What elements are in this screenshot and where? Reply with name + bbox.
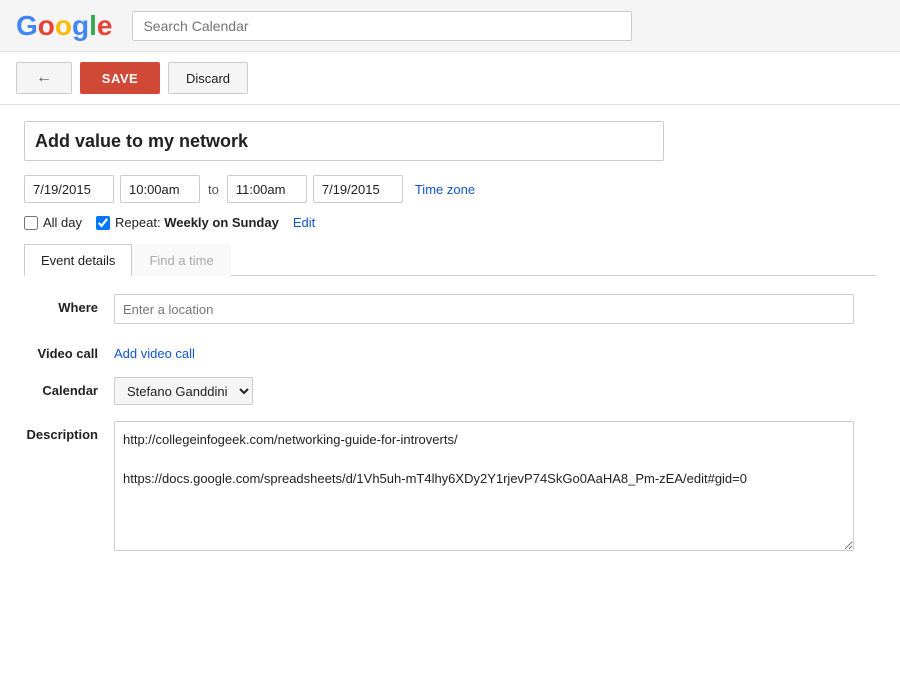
allday-checkbox[interactable]: [24, 216, 38, 230]
end-date-input[interactable]: [313, 175, 403, 203]
save-label: SAVE: [102, 71, 138, 86]
save-button[interactable]: SAVE: [80, 62, 160, 94]
allday-checkbox-label[interactable]: All day: [24, 215, 82, 230]
discard-button[interactable]: Discard: [168, 62, 248, 94]
calendar-label: Calendar: [24, 377, 114, 398]
logo-l: l: [89, 12, 97, 40]
logo-o1: o: [38, 12, 55, 40]
repeat-checkbox[interactable]: [96, 216, 110, 230]
tab-find-a-time-label: Find a time: [149, 253, 213, 268]
form-section: Where Video call Add video call Calendar…: [24, 294, 876, 554]
back-button[interactable]: ←: [16, 62, 72, 94]
timezone-link[interactable]: Time zone: [415, 182, 475, 197]
repeat-edit-link[interactable]: Edit: [293, 215, 315, 230]
calendar-select[interactable]: Stefano Ganddini: [114, 377, 253, 405]
tab-find-a-time[interactable]: Find a time: [132, 244, 230, 276]
header: G o o g l e: [0, 0, 900, 52]
location-input[interactable]: [114, 294, 854, 324]
description-field: [114, 421, 876, 554]
where-row: Where: [24, 294, 876, 324]
back-icon: ←: [36, 69, 52, 87]
start-time-input[interactable]: [120, 175, 200, 203]
videocall-row: Video call Add video call: [24, 340, 876, 361]
logo-o2: o: [55, 12, 72, 40]
repeat-value: Weekly on Sunday: [164, 215, 279, 230]
where-label: Where: [24, 294, 114, 315]
videocall-label: Video call: [24, 340, 114, 361]
description-row: Description: [24, 421, 876, 554]
allday-label: All day: [43, 215, 82, 230]
logo-e: e: [97, 12, 113, 40]
google-logo: G o o g l e: [16, 12, 112, 40]
description-textarea[interactable]: [114, 421, 854, 551]
event-title-input[interactable]: [24, 121, 664, 161]
repeat-prefix: Repeat:: [115, 215, 161, 230]
start-date-input[interactable]: [24, 175, 114, 203]
where-field: [114, 294, 876, 324]
videocall-field: Add video call: [114, 340, 876, 361]
logo-g2: g: [72, 12, 89, 40]
tab-event-details-label: Event details: [41, 253, 115, 268]
repeat-checkbox-label[interactable]: Repeat: Weekly on Sunday: [96, 215, 279, 230]
description-label: Description: [24, 421, 114, 442]
repeat-label: Repeat: Weekly on Sunday: [115, 215, 279, 230]
options-row: All day Repeat: Weekly on Sunday Edit: [24, 215, 876, 230]
main-content: to Time zone All day Repeat: Weekly on S…: [0, 105, 900, 586]
to-label: to: [206, 182, 221, 197]
logo-g: G: [16, 12, 38, 40]
search-input[interactable]: [132, 11, 632, 41]
datetime-row: to Time zone: [24, 175, 876, 203]
add-video-call-link[interactable]: Add video call: [114, 340, 195, 361]
calendar-field: Stefano Ganddini: [114, 377, 876, 405]
tabs: Event details Find a time: [24, 244, 876, 276]
tab-event-details[interactable]: Event details: [24, 244, 132, 276]
calendar-row: Calendar Stefano Ganddini: [24, 377, 876, 405]
end-time-input[interactable]: [227, 175, 307, 203]
discard-label: Discard: [186, 71, 230, 86]
toolbar: ← SAVE Discard: [0, 52, 900, 105]
